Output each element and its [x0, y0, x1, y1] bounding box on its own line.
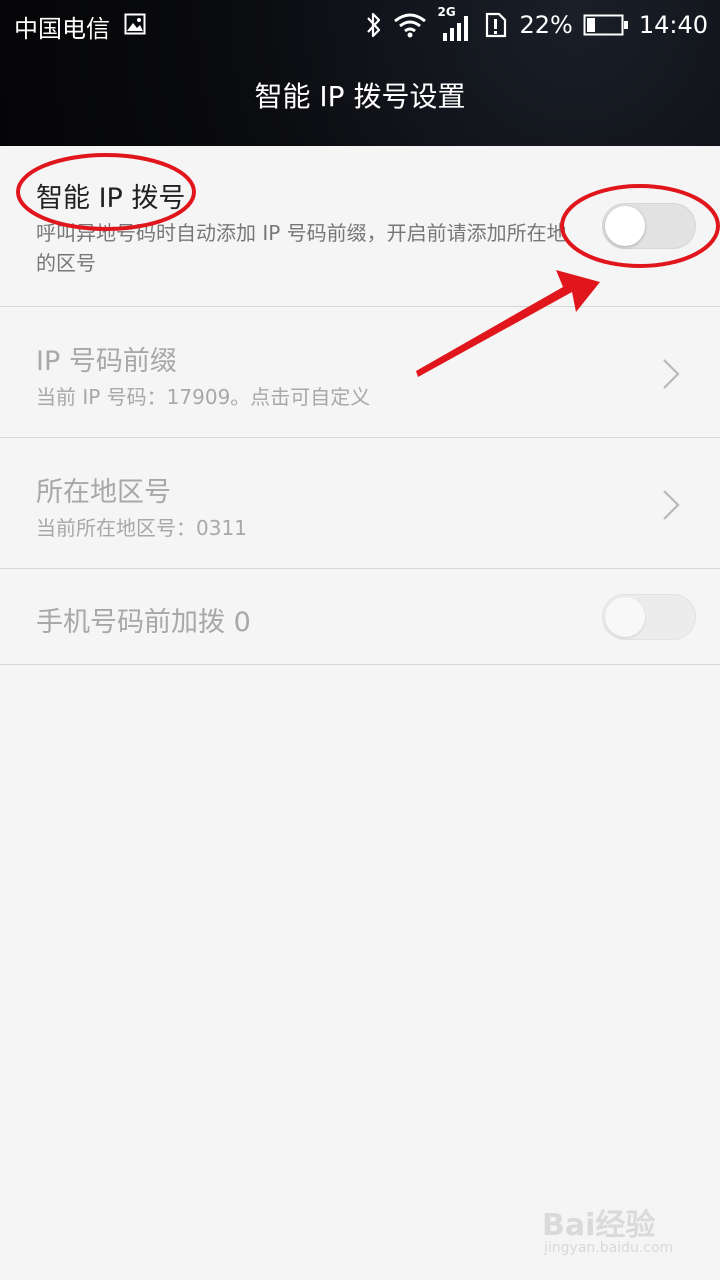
- setting-ip-prefix[interactable]: IP 号码前缀 当前 IP 号码：17909。点击可自定义: [0, 307, 720, 438]
- cell-signal: 2G: [437, 5, 473, 43]
- gallery-notification-icon: [124, 13, 146, 35]
- setting-title: 智能 IP 拨号: [36, 183, 186, 214]
- clock: 14:40: [638, 11, 708, 39]
- chevron-right-icon: [663, 359, 680, 389]
- sim-alert-icon: [486, 12, 507, 38]
- settings-list: 智能 IP 拨号 呼叫异地号码时自动添加 IP 号码前缀，开启前请添加所在地的区…: [0, 146, 720, 665]
- setting-description: 当前 IP 号码：17909。点击可自定义: [36, 385, 371, 409]
- page-title: 智能 IP 拨号设置: [254, 80, 466, 113]
- status-bar: 中国电信 2G 22% 14:40: [0, 0, 720, 50]
- wifi-icon: [394, 13, 427, 38]
- setting-title: 所在地区号: [36, 477, 171, 508]
- watermark-brand: Bai经验: [542, 1208, 656, 1243]
- watermark-url: jingyan.baidu.com: [544, 1240, 674, 1256]
- battery-percent: 22%: [519, 11, 573, 39]
- toggle-knob: [605, 597, 645, 637]
- setting-title: IP 号码前缀: [36, 346, 177, 377]
- prefix-zero-toggle[interactable]: [602, 594, 696, 640]
- top-bar: 中国电信 2G 22% 14:40 智能 IP 拨号设置: [0, 0, 720, 146]
- carrier-name: 中国电信: [14, 15, 110, 43]
- smart-ip-dial-toggle[interactable]: [602, 203, 696, 249]
- setting-smart-ip-dial[interactable]: 智能 IP 拨号 呼叫异地号码时自动添加 IP 号码前缀，开启前请添加所在地的区…: [0, 146, 720, 307]
- chevron-right-icon: [663, 490, 680, 520]
- baidu-jingyan-watermark: Bai经验 jingyan.baidu.com: [542, 1200, 682, 1260]
- signal-icon: [443, 16, 469, 41]
- toggle-knob: [605, 206, 645, 246]
- status-icons: 2G 22% 14:40: [365, 5, 708, 43]
- setting-description: 呼叫异地号码时自动添加 IP 号码前缀，开启前请添加所在地的区号: [36, 221, 567, 275]
- setting-area-code[interactable]: 所在地区号 当前所在地区号：0311: [0, 438, 720, 569]
- bluetooth-icon: [367, 12, 381, 38]
- setting-prefix-zero[interactable]: 手机号码前加拨 0: [0, 569, 720, 665]
- battery-icon: [583, 14, 628, 36]
- setting-description: 当前所在地区号：0311: [36, 516, 247, 540]
- setting-title: 手机号码前加拨 0: [36, 607, 251, 638]
